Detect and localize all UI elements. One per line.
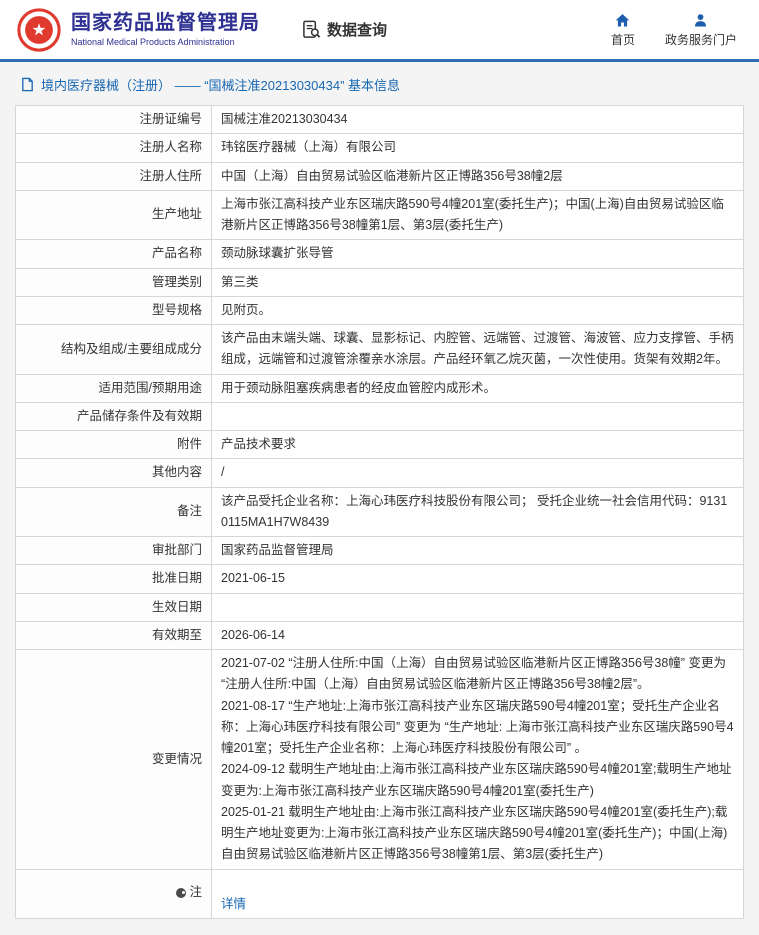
top-nav: 首页 政务服务门户 [611, 12, 745, 48]
row-value: 见附页。 [211, 295, 744, 326]
nmpa-emblem-icon [17, 7, 61, 52]
data-query-label: 数据查询 [327, 22, 388, 39]
agency-name-cn: 国家药品监督管理局 [71, 12, 260, 34]
row-value: 2021-07-02 “注册人住所:中国（上海）自由贸易试验区临港新片区正博路3… [211, 649, 744, 870]
table-row: 型号规格 见附页。 [15, 295, 744, 326]
row-label: 注册人住所 [15, 161, 212, 191]
document-icon [22, 77, 33, 92]
row-value: 该产品受托企业名称：上海心玮医疗科技股份有限公司； 受托企业统一社会信用代码：9… [211, 486, 744, 537]
registration-info-table: 注册证编号 国械注准20213030434 注册人名称 玮铭医疗器械（上海）有限… [15, 104, 744, 919]
row-value: 上海市张江高科技产业东区瑞庆路590号4幢201室(委托生产)；中国(上海)自由… [211, 189, 744, 241]
row-label: 适用范围/预期用途 [15, 373, 212, 403]
table-row-note: 注 详情 [15, 868, 744, 919]
table-row: 审批部门 国家药品监督管理局 [15, 535, 744, 566]
row-label: 备注 [15, 486, 212, 537]
agency-name: 国家药品监督管理局 National Medical Products Admi… [71, 12, 260, 47]
top-header: 国家药品监督管理局 National Medical Products Admi… [0, 0, 759, 62]
row-label: 注册人名称 [15, 133, 212, 163]
breadcrumb-text: 境内医疗器械（注册） —— “国械注准20213030434” 基本信息 [41, 78, 401, 93]
table-row: 其他内容 / [15, 458, 744, 488]
table-row: 结构及组成/主要组成成分 该产品由末端头端、球囊、显影标记、内腔管、远端管、过渡… [15, 324, 744, 375]
row-value: 2021-06-15 [211, 564, 744, 594]
nav-home[interactable]: 首页 [611, 12, 635, 48]
row-value [211, 401, 744, 432]
breadcrumb: 境内医疗器械（注册） —— “国械注准20213030434” 基本信息 [0, 62, 759, 105]
note-dot-icon [176, 887, 187, 898]
table-row: 注册人名称 玮铭医疗器械（上海）有限公司 [15, 133, 744, 163]
nav-home-label: 首页 [610, 32, 635, 47]
row-value: 国械注准20213030434 [211, 104, 744, 135]
row-value: 2026-06-14 [211, 620, 744, 651]
row-label-note: 注 [15, 868, 212, 919]
row-value: / [211, 458, 744, 488]
table-row: 管理类别 第三类 [15, 267, 744, 297]
row-label: 有效期至 [15, 620, 212, 651]
row-value: 产品技术要求 [211, 429, 744, 460]
person-icon [695, 13, 707, 26]
row-label: 产品名称 [15, 239, 212, 269]
row-label: 批准日期 [15, 564, 212, 594]
table-row: 备注 该产品受托企业名称：上海心玮医疗科技股份有限公司； 受托企业统一社会信用代… [15, 486, 744, 537]
row-label: 生效日期 [15, 592, 212, 622]
table-row: 注册证编号 国械注准20213030434 [15, 104, 744, 135]
table-row: 批准日期 2021-06-15 [15, 564, 744, 594]
table-row: 产品名称 颈动脉球囊扩张导管 [15, 239, 744, 269]
row-label: 审批部门 [15, 535, 212, 566]
table-row: 变更情况 2021-07-02 “注册人住所:中国（上海）自由贸易试验区临港新片… [15, 649, 744, 870]
nav-portal-label: 政务服务门户 [664, 32, 737, 47]
row-label: 型号规格 [15, 295, 212, 326]
row-label: 附件 [15, 429, 212, 460]
row-value: 中国（上海）自由贸易试验区临港新片区正博路356号38幢2层 [211, 161, 744, 191]
table-row: 生产地址 上海市张江高科技产业东区瑞庆路590号4幢201室(委托生产)；中国(… [15, 189, 744, 241]
row-label: 变更情况 [15, 649, 212, 870]
main-content: 注册证编号 国械注准20213030434 注册人名称 玮铭医疗器械（上海）有限… [0, 104, 759, 935]
row-label: 管理类别 [15, 267, 212, 297]
row-label: 注册证编号 [15, 104, 212, 135]
note-label-text: 注 [189, 885, 202, 900]
row-label: 生产地址 [15, 189, 212, 241]
table-row: 产品储存条件及有效期 [15, 401, 744, 432]
row-value: 国家药品监督管理局 [211, 535, 744, 566]
row-label: 其他内容 [15, 458, 212, 488]
table-row: 注册人住所 中国（上海）自由贸易试验区临港新片区正博路356号38幢2层 [15, 161, 744, 191]
data-query-nav[interactable]: 数据查询 [302, 19, 387, 40]
agency-name-en: National Medical Products Administration [71, 37, 235, 47]
agency-brand: 国家药品监督管理局 National Medical Products Admi… [16, 7, 260, 53]
page: { "header": { "agency_name_cn": "国家药品监督管… [0, 0, 759, 935]
table-row: 适用范围/预期用途 用于颈动脉阻塞疾病患者的经皮血管腔内成形术。 [15, 373, 744, 403]
home-icon [616, 13, 630, 26]
table-row: 生效日期 [15, 592, 744, 622]
row-value: 该产品由末端头端、球囊、显影标记、内腔管、远端管、过渡管、海波管、应力支撑管、手… [211, 324, 744, 375]
row-label: 结构及组成/主要组成成分 [15, 324, 212, 375]
detail-link[interactable]: 详情 [221, 897, 246, 911]
row-value: 用于颈动脉阻塞疾病患者的经皮血管腔内成形术。 [211, 373, 744, 403]
search-document-icon [303, 20, 321, 38]
nav-portal[interactable]: 政务服务门户 [665, 12, 737, 48]
row-label: 产品储存条件及有效期 [15, 401, 212, 432]
row-value [211, 592, 744, 622]
table-row: 附件 产品技术要求 [15, 429, 744, 460]
row-value: 颈动脉球囊扩张导管 [211, 239, 744, 269]
table-row: 有效期至 2026-06-14 [15, 620, 744, 651]
row-value-note: 详情 [211, 868, 744, 919]
row-value: 玮铭医疗器械（上海）有限公司 [211, 133, 744, 163]
row-value: 第三类 [211, 267, 744, 297]
